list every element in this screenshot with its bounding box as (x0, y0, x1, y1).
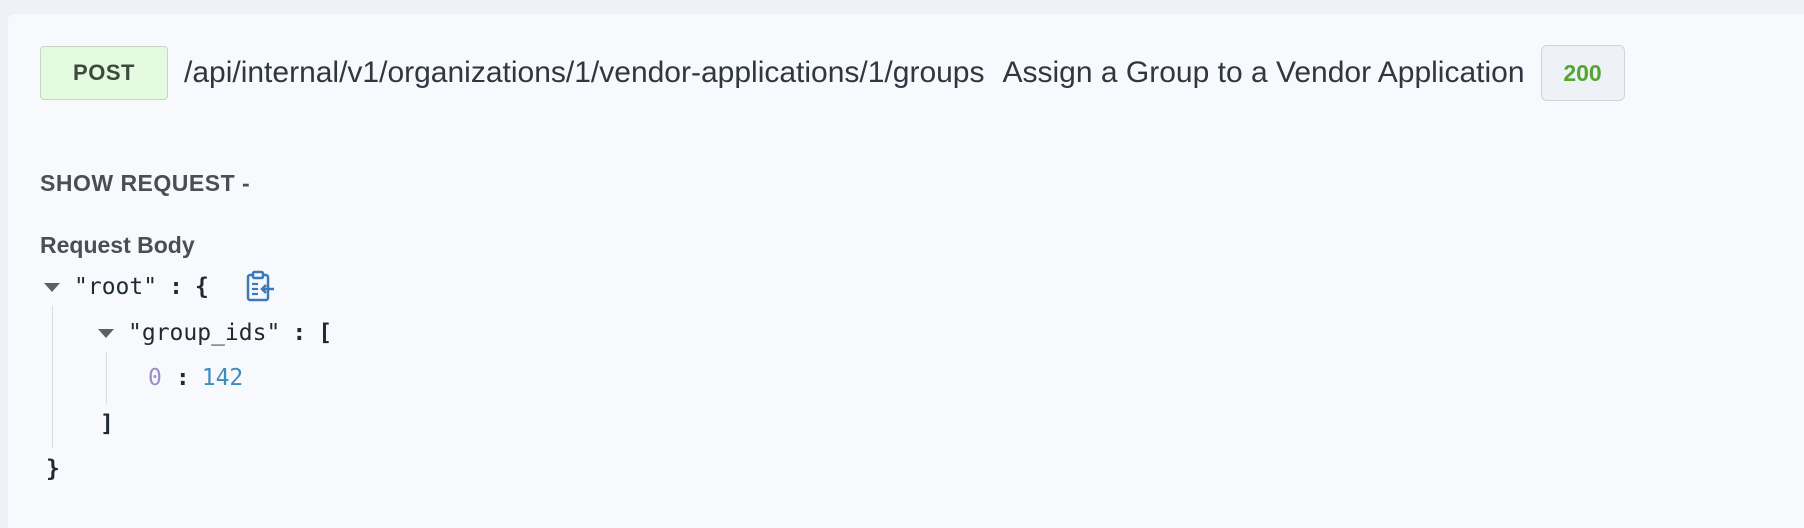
json-root-line: "root" : { (44, 274, 209, 300)
json-array-item: 0 : 142 (148, 365, 243, 391)
json-root-open-brace: { (194, 274, 209, 300)
method-badge: POST (40, 46, 168, 100)
json-number-value: 142 (201, 365, 244, 391)
status-badge: 200 (1540, 45, 1625, 101)
json-array-index: 0 (148, 365, 162, 391)
json-root-close-line: } (46, 456, 60, 482)
json-array-close-bracket: ] (100, 411, 114, 437)
json-colon: : (169, 274, 183, 300)
endpoint-header: POST /api/internal/v1/organizations/1/ve… (40, 45, 1625, 101)
endpoint-path: /api/internal/v1/organizations/1/vendor-… (184, 56, 985, 89)
caret-down-icon[interactable] (98, 328, 114, 338)
json-array-close-line: ] (100, 411, 114, 437)
show-request-toggle[interactable]: SHOW REQUEST - (40, 170, 250, 197)
json-colon: : (175, 365, 190, 391)
json-array-key: "group_ids" (128, 320, 281, 346)
json-indent-guide (52, 306, 53, 448)
caret-down-icon[interactable] (44, 282, 60, 292)
json-array-line: "group_ids" : [ (98, 320, 332, 346)
request-body-label: Request Body (40, 232, 195, 258)
json-colon: : (292, 320, 307, 346)
json-array-open-bracket: [ (318, 320, 333, 346)
clipboard-copy-icon[interactable] (246, 270, 276, 302)
endpoint-summary: Assign a Group to a Vendor Application (1002, 56, 1525, 89)
json-indent-guide (106, 352, 107, 404)
json-root-close-brace: } (46, 456, 60, 482)
json-root-key: "root" (74, 274, 158, 300)
